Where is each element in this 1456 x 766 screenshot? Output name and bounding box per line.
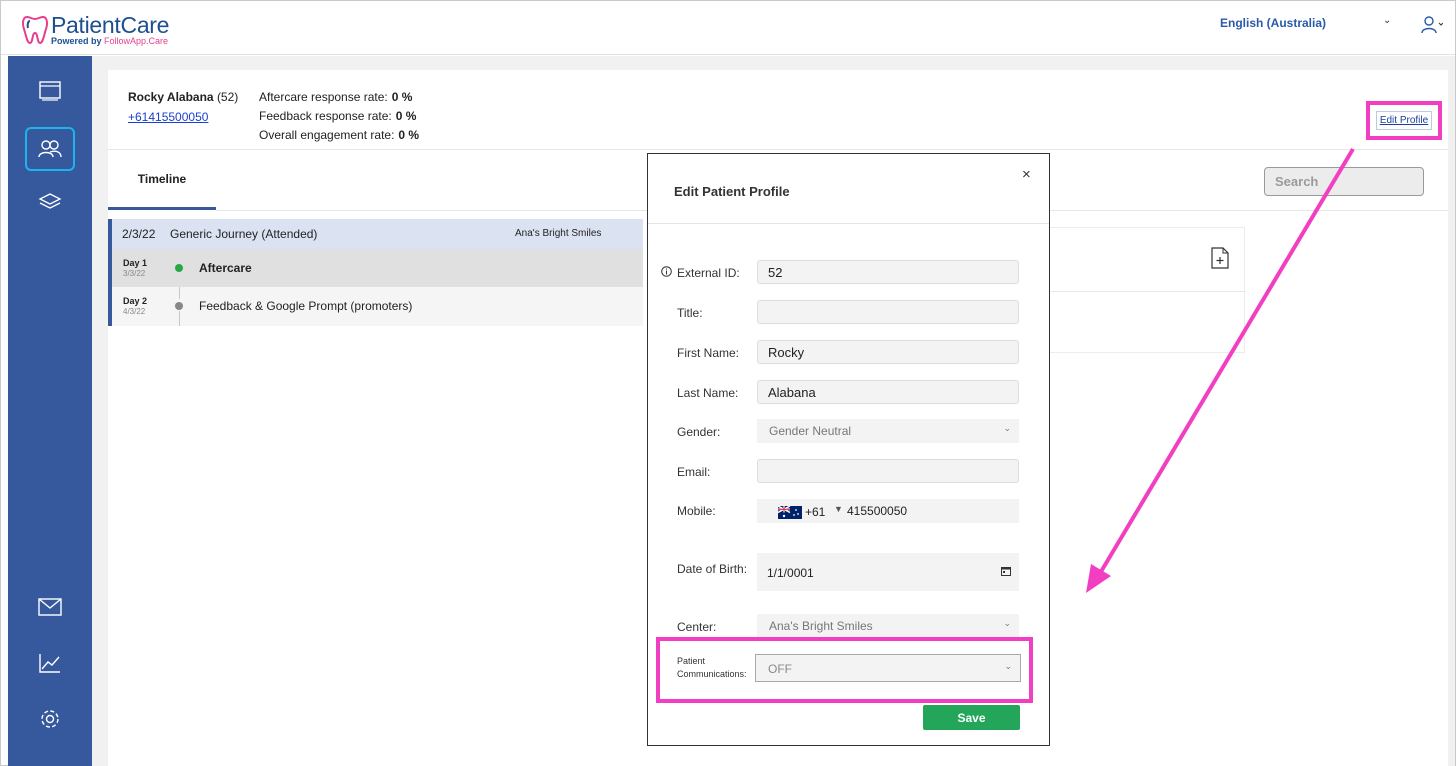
chevron-down-icon[interactable]: ⌄ xyxy=(1383,15,1391,26)
stat-value: 0 % xyxy=(398,128,420,142)
search-input[interactable]: Search xyxy=(1264,167,1424,196)
stat-value: 0 % xyxy=(391,90,413,104)
last-name-label: Last Name: xyxy=(677,386,739,400)
stat-engagement: Overall engagement rate: 0 % xyxy=(259,128,419,142)
center-value: Ana's Bright Smiles xyxy=(769,619,873,633)
external-id-label: External ID: xyxy=(677,266,740,280)
title-field[interactable] xyxy=(757,300,1019,324)
top-bar: PatientCare Powered by FollowApp.Care En… xyxy=(1,1,1455,55)
day-date: 3/3/22 xyxy=(123,269,146,278)
australia-flag-icon[interactable] xyxy=(778,506,802,519)
info-icon[interactable] xyxy=(661,266,672,277)
chevron-down-icon: ⌄ xyxy=(1003,423,1011,433)
nav-settings[interactable] xyxy=(25,697,75,741)
stat-value: 0 % xyxy=(395,109,417,123)
mail-icon xyxy=(38,598,62,616)
patient-phone-link[interactable]: +61415500050 xyxy=(128,110,208,124)
center-select[interactable]: Ana's Bright Smiles ⌄ xyxy=(757,614,1019,638)
nav-dashboard[interactable] xyxy=(25,69,75,113)
timeline-connector xyxy=(179,287,180,299)
gender-value: Gender Neutral xyxy=(769,424,852,438)
day-task: Feedback & Google Prompt (promoters) xyxy=(199,299,413,313)
brand-subtitle-brand: FollowApp.Care xyxy=(104,36,169,46)
title-label: Title: xyxy=(677,306,703,320)
day-task: Aftercare xyxy=(199,261,252,275)
chevron-down-icon: ⌄ xyxy=(1003,618,1011,628)
divider xyxy=(1050,291,1246,292)
dashboard-icon xyxy=(39,81,61,101)
journey-row[interactable]: 2/3/22 Generic Journey (Attended) Ana's … xyxy=(108,219,643,249)
day-label: Day 2 xyxy=(123,296,148,306)
timeline-day-row[interactable]: Day 2 4/3/22 Feedback & Google Prompt (p… xyxy=(108,287,643,326)
first-name-field[interactable]: Rocky xyxy=(757,340,1019,364)
email-label: Email: xyxy=(677,465,711,479)
status-dot-icon xyxy=(175,264,183,272)
timeline-day-row[interactable]: Day 1 3/3/22 Aftercare xyxy=(108,249,643,287)
mobile-number: 415500050 xyxy=(847,504,908,518)
save-button[interactable]: Save xyxy=(923,705,1020,730)
patient-comms-highlight xyxy=(656,637,1033,703)
gender-select[interactable]: Gender Neutral ⌄ xyxy=(757,419,1019,443)
detail-panel xyxy=(1049,227,1246,353)
users-icon xyxy=(38,140,62,158)
dob-label: Date of Birth: xyxy=(677,562,748,576)
nav-messages[interactable] xyxy=(25,585,75,629)
divider xyxy=(108,149,1448,150)
add-document-icon[interactable] xyxy=(1211,247,1229,269)
external-id-field[interactable]: 52 xyxy=(757,260,1019,284)
caret-down-icon[interactable]: ▼ xyxy=(834,504,843,514)
first-name-label: First Name: xyxy=(677,346,740,360)
journey-center: Ana's Bright Smiles xyxy=(515,228,602,239)
nav-journeys[interactable] xyxy=(25,180,75,224)
tab-timeline[interactable]: Timeline xyxy=(108,150,216,210)
modal-title: Edit Patient Profile xyxy=(674,184,790,199)
stat-aftercare: Aftercare response rate: 0 % xyxy=(259,90,412,104)
stat-label: Overall engagement rate: xyxy=(259,128,395,142)
logo[interactable]: PatientCare Powered by FollowApp.Care xyxy=(21,13,169,47)
divider xyxy=(648,223,1049,224)
user-menu-icon[interactable] xyxy=(1421,15,1443,35)
close-icon[interactable]: × xyxy=(1022,166,1031,183)
nav-patients[interactable] xyxy=(25,127,75,171)
patient-name: Rocky Alabana xyxy=(128,90,214,104)
last-name-field[interactable]: Alabana xyxy=(757,380,1019,404)
edit-patient-modal: Edit Patient Profile × External ID: 52 T… xyxy=(647,153,1050,746)
stat-feedback: Feedback response rate: 0 % xyxy=(259,109,416,123)
brand-title: PatientCare xyxy=(51,12,170,38)
status-dot-icon xyxy=(175,302,183,310)
timeline-connector xyxy=(179,311,180,326)
day-label: Day 1 xyxy=(123,258,148,268)
nav-reports[interactable] xyxy=(25,641,75,685)
dob-value: 1/1/0001 xyxy=(767,566,814,580)
chart-line-icon xyxy=(39,654,60,673)
gender-label: Gender: xyxy=(677,425,721,439)
tooth-logo-icon xyxy=(22,15,48,45)
sidebar xyxy=(8,56,92,766)
language-select[interactable]: English (Australia) xyxy=(1220,16,1326,30)
day-date: 4/3/22 xyxy=(123,307,146,316)
brand-subtitle-prefix: Powered by xyxy=(51,36,105,46)
layers-icon xyxy=(38,193,62,209)
center-label: Center: xyxy=(677,620,717,634)
mobile-field[interactable]: +61 ▼ 415500050 xyxy=(757,499,1019,523)
journey-date: 2/3/22 xyxy=(122,227,156,241)
calendar-icon[interactable] xyxy=(1001,566,1011,576)
dob-field[interactable]: 1/1/0001 xyxy=(757,553,1019,591)
patient-age: (52) xyxy=(216,90,239,104)
mobile-label: Mobile: xyxy=(677,504,716,518)
edit-profile-button[interactable]: Edit Profile xyxy=(1375,111,1433,130)
edit-profile-highlight: Edit Profile xyxy=(1366,101,1442,140)
journey-name: Generic Journey (Attended) xyxy=(170,227,318,241)
dial-code: +61 xyxy=(805,505,826,519)
patient-name-line: Rocky Alabana (52) xyxy=(128,90,238,104)
gear-icon xyxy=(41,710,59,728)
email-field[interactable] xyxy=(757,459,1019,483)
stat-label: Feedback response rate: xyxy=(259,109,392,123)
stat-label: Aftercare response rate: xyxy=(259,90,388,104)
brand-subtitle: Powered by FollowApp.Care xyxy=(51,36,169,46)
